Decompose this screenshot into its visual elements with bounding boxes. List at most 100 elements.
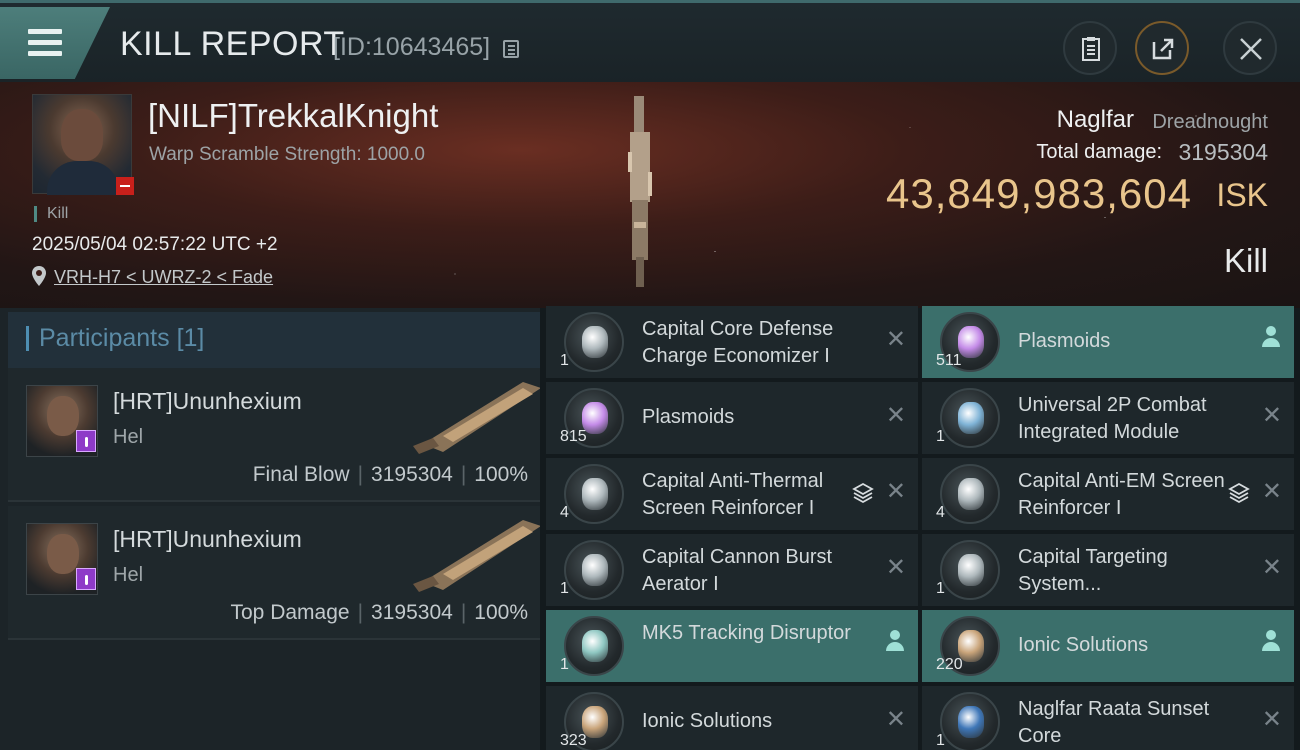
item-name: Capital Anti-EM Screen Reinforcer I: [1018, 470, 1225, 519]
destroyed-x-icon: ✕: [1261, 478, 1282, 505]
participant-ship: Hel: [113, 564, 144, 586]
hel-ship-image: [413, 520, 541, 592]
participant-damage: 3195304: [371, 601, 453, 624]
item-name: Capital Targeting System...: [1018, 546, 1168, 595]
participant-stats: Top Damage | 3195304 | 100%: [230, 601, 529, 624]
item-name: Universal 2P Combat Integrated Module: [1018, 394, 1207, 443]
page-title: KILL REPORT: [120, 25, 345, 63]
destroyed-x-icon: ✕: [885, 554, 906, 581]
item-name: Naglfar Raata Sunset Core: [1018, 698, 1210, 747]
participant-row[interactable]: [HRT]Ununhexium Hel Top Damage | 3195304 | 1…: [8, 506, 541, 640]
isk-unit: ISK: [1216, 177, 1268, 213]
participants-header[interactable]: Participants [1]: [8, 312, 540, 368]
participant-damage: 3195304: [371, 463, 453, 486]
item-quantity: 1: [936, 732, 945, 749]
disruptor-icon: [564, 616, 624, 676]
item-name: Capital Anti-Thermal Screen Reinforcer I: [642, 470, 824, 519]
share-icon: [1152, 38, 1174, 60]
item-card[interactable]: 4 Capital Anti-EM Screen Reinforcer I ✕: [922, 458, 1294, 530]
isk-loss-value: 43,849,983,604: [886, 170, 1192, 217]
destroyed-x-icon: ✕: [885, 478, 906, 505]
item-quantity: 220: [936, 656, 963, 673]
item-quantity: 323: [560, 732, 587, 749]
item-quantity: 815: [560, 428, 587, 445]
hamburger-icon: [28, 29, 62, 57]
item-quantity: 4: [936, 504, 945, 521]
item-card[interactable]: 815 Plasmoids ✕: [546, 382, 918, 454]
participant-ship: Hel: [113, 426, 144, 448]
item-card[interactable]: 511 Plasmoids: [922, 306, 1294, 378]
destroyed-x-icon: ✕: [1261, 554, 1282, 581]
victim-banner: [NILF]TrekkalKnight Warp Scramble Streng…: [0, 82, 1300, 308]
item-name: Capital Cannon Burst Aerator I: [642, 546, 833, 595]
share-button[interactable]: [1135, 21, 1189, 75]
kill-report-screen: KILL REPORT [ID:10643465] [NILF]TrekkalK…: [0, 0, 1300, 750]
item-name: Capital Core Defense Charge Economizer I: [642, 318, 834, 367]
location-pin-icon: [32, 266, 46, 286]
participant-role: Final Blow: [252, 463, 350, 486]
item-name: MK5 Tracking Disruptor: [642, 622, 851, 644]
item-card[interactable]: 4 Capital Anti-Thermal Screen Reinforcer …: [546, 458, 918, 530]
item-quantity: 1: [560, 580, 569, 597]
menu-button[interactable]: [0, 7, 110, 79]
destroyed-x-icon: ✕: [885, 706, 906, 733]
participants-panel: Participants [1] [HRT]Ununhexium Hel Fin…: [0, 308, 541, 750]
participants-count: [1]: [176, 324, 205, 352]
victim-ship-class: Dreadnought: [1152, 111, 1268, 133]
item-name: Plasmoids: [642, 406, 735, 428]
rig-icon: [564, 464, 624, 524]
item-card[interactable]: 1 Capital Core Defense Charge Economizer …: [546, 306, 918, 378]
clipboard-icon: [1082, 37, 1100, 61]
header-bar: KILL REPORT [ID:10643465]: [0, 0, 1300, 82]
core-icon: [940, 692, 1000, 750]
dropped-person-icon: [886, 630, 904, 652]
victim-name[interactable]: [NILF]TrekkalKnight: [148, 97, 438, 135]
item-quantity: 1: [936, 580, 945, 597]
item-quantity: 1: [936, 428, 945, 445]
item-card[interactable]: 1 Naglfar Raata Sunset Core ✕: [922, 686, 1294, 750]
report-id: [ID:10643465]: [333, 33, 491, 61]
item-card[interactable]: 1 Capital Cannon Burst Aerator I ✕: [546, 534, 918, 606]
destroyed-x-icon: ✕: [885, 326, 906, 353]
close-button[interactable]: [1223, 21, 1277, 75]
item-quantity: 4: [560, 504, 569, 521]
hel-ship-image: [413, 382, 541, 454]
item-name: Ionic Solutions: [642, 710, 773, 732]
corp-badge-icon: [76, 430, 96, 452]
victim-ship-name[interactable]: Naglfar: [1057, 106, 1134, 134]
participant-name[interactable]: [HRT]Ununhexium: [113, 526, 302, 553]
rig-icon: [940, 540, 1000, 600]
item-quantity: 1: [560, 656, 569, 673]
item-card[interactable]: 1 MK5 Tracking Disruptor: [546, 610, 918, 682]
total-damage-label: Total damage:: [1036, 141, 1162, 163]
module-icon: [940, 388, 1000, 448]
warp-scramble-strength: Warp Scramble Strength: 1000.0: [149, 144, 425, 165]
copy-icon[interactable]: [503, 40, 519, 58]
participant-row[interactable]: [HRT]Ununhexium Hel Final Blow | 3195304 | 1…: [8, 368, 541, 502]
dropped-person-icon: [1262, 326, 1280, 348]
rig-icon: [564, 540, 624, 600]
dropped-person-icon: [1262, 630, 1280, 652]
kill-result-label: Kill: [1223, 242, 1268, 279]
item-card[interactable]: 1 Capital Targeting System... ✕: [922, 534, 1294, 606]
item-card[interactable]: 220 Ionic Solutions: [922, 610, 1294, 682]
destroyed-x-icon: ✕: [1261, 402, 1282, 429]
item-card[interactable]: 1 Universal 2P Combat Integrated Module ✕: [922, 382, 1294, 454]
kill-location-link[interactable]: VRH-H7 < UWRZ-2 < Fade: [54, 267, 273, 288]
item-card[interactable]: 323 Ionic Solutions ✕: [546, 686, 918, 750]
participant-role: Top Damage: [230, 601, 350, 624]
participant-percent: 100%: [474, 463, 528, 486]
stack-icon[interactable]: [1228, 482, 1250, 504]
participant-name[interactable]: [HRT]Ununhexium: [113, 388, 302, 415]
item-quantity: 1: [560, 352, 569, 369]
destroyed-x-icon: ✕: [1261, 706, 1282, 733]
stack-icon[interactable]: [852, 482, 874, 504]
destroyed-x-icon: ✕: [885, 402, 906, 429]
clipboard-button[interactable]: [1063, 21, 1117, 75]
item-name: Ionic Solutions: [1018, 634, 1149, 656]
naglfar-ship-image: [628, 96, 652, 287]
hostile-badge-icon: [116, 177, 134, 195]
total-damage-value: 3195304: [1178, 139, 1268, 165]
kill-tag: Kill: [34, 206, 68, 222]
item-name: Plasmoids: [1018, 330, 1111, 352]
